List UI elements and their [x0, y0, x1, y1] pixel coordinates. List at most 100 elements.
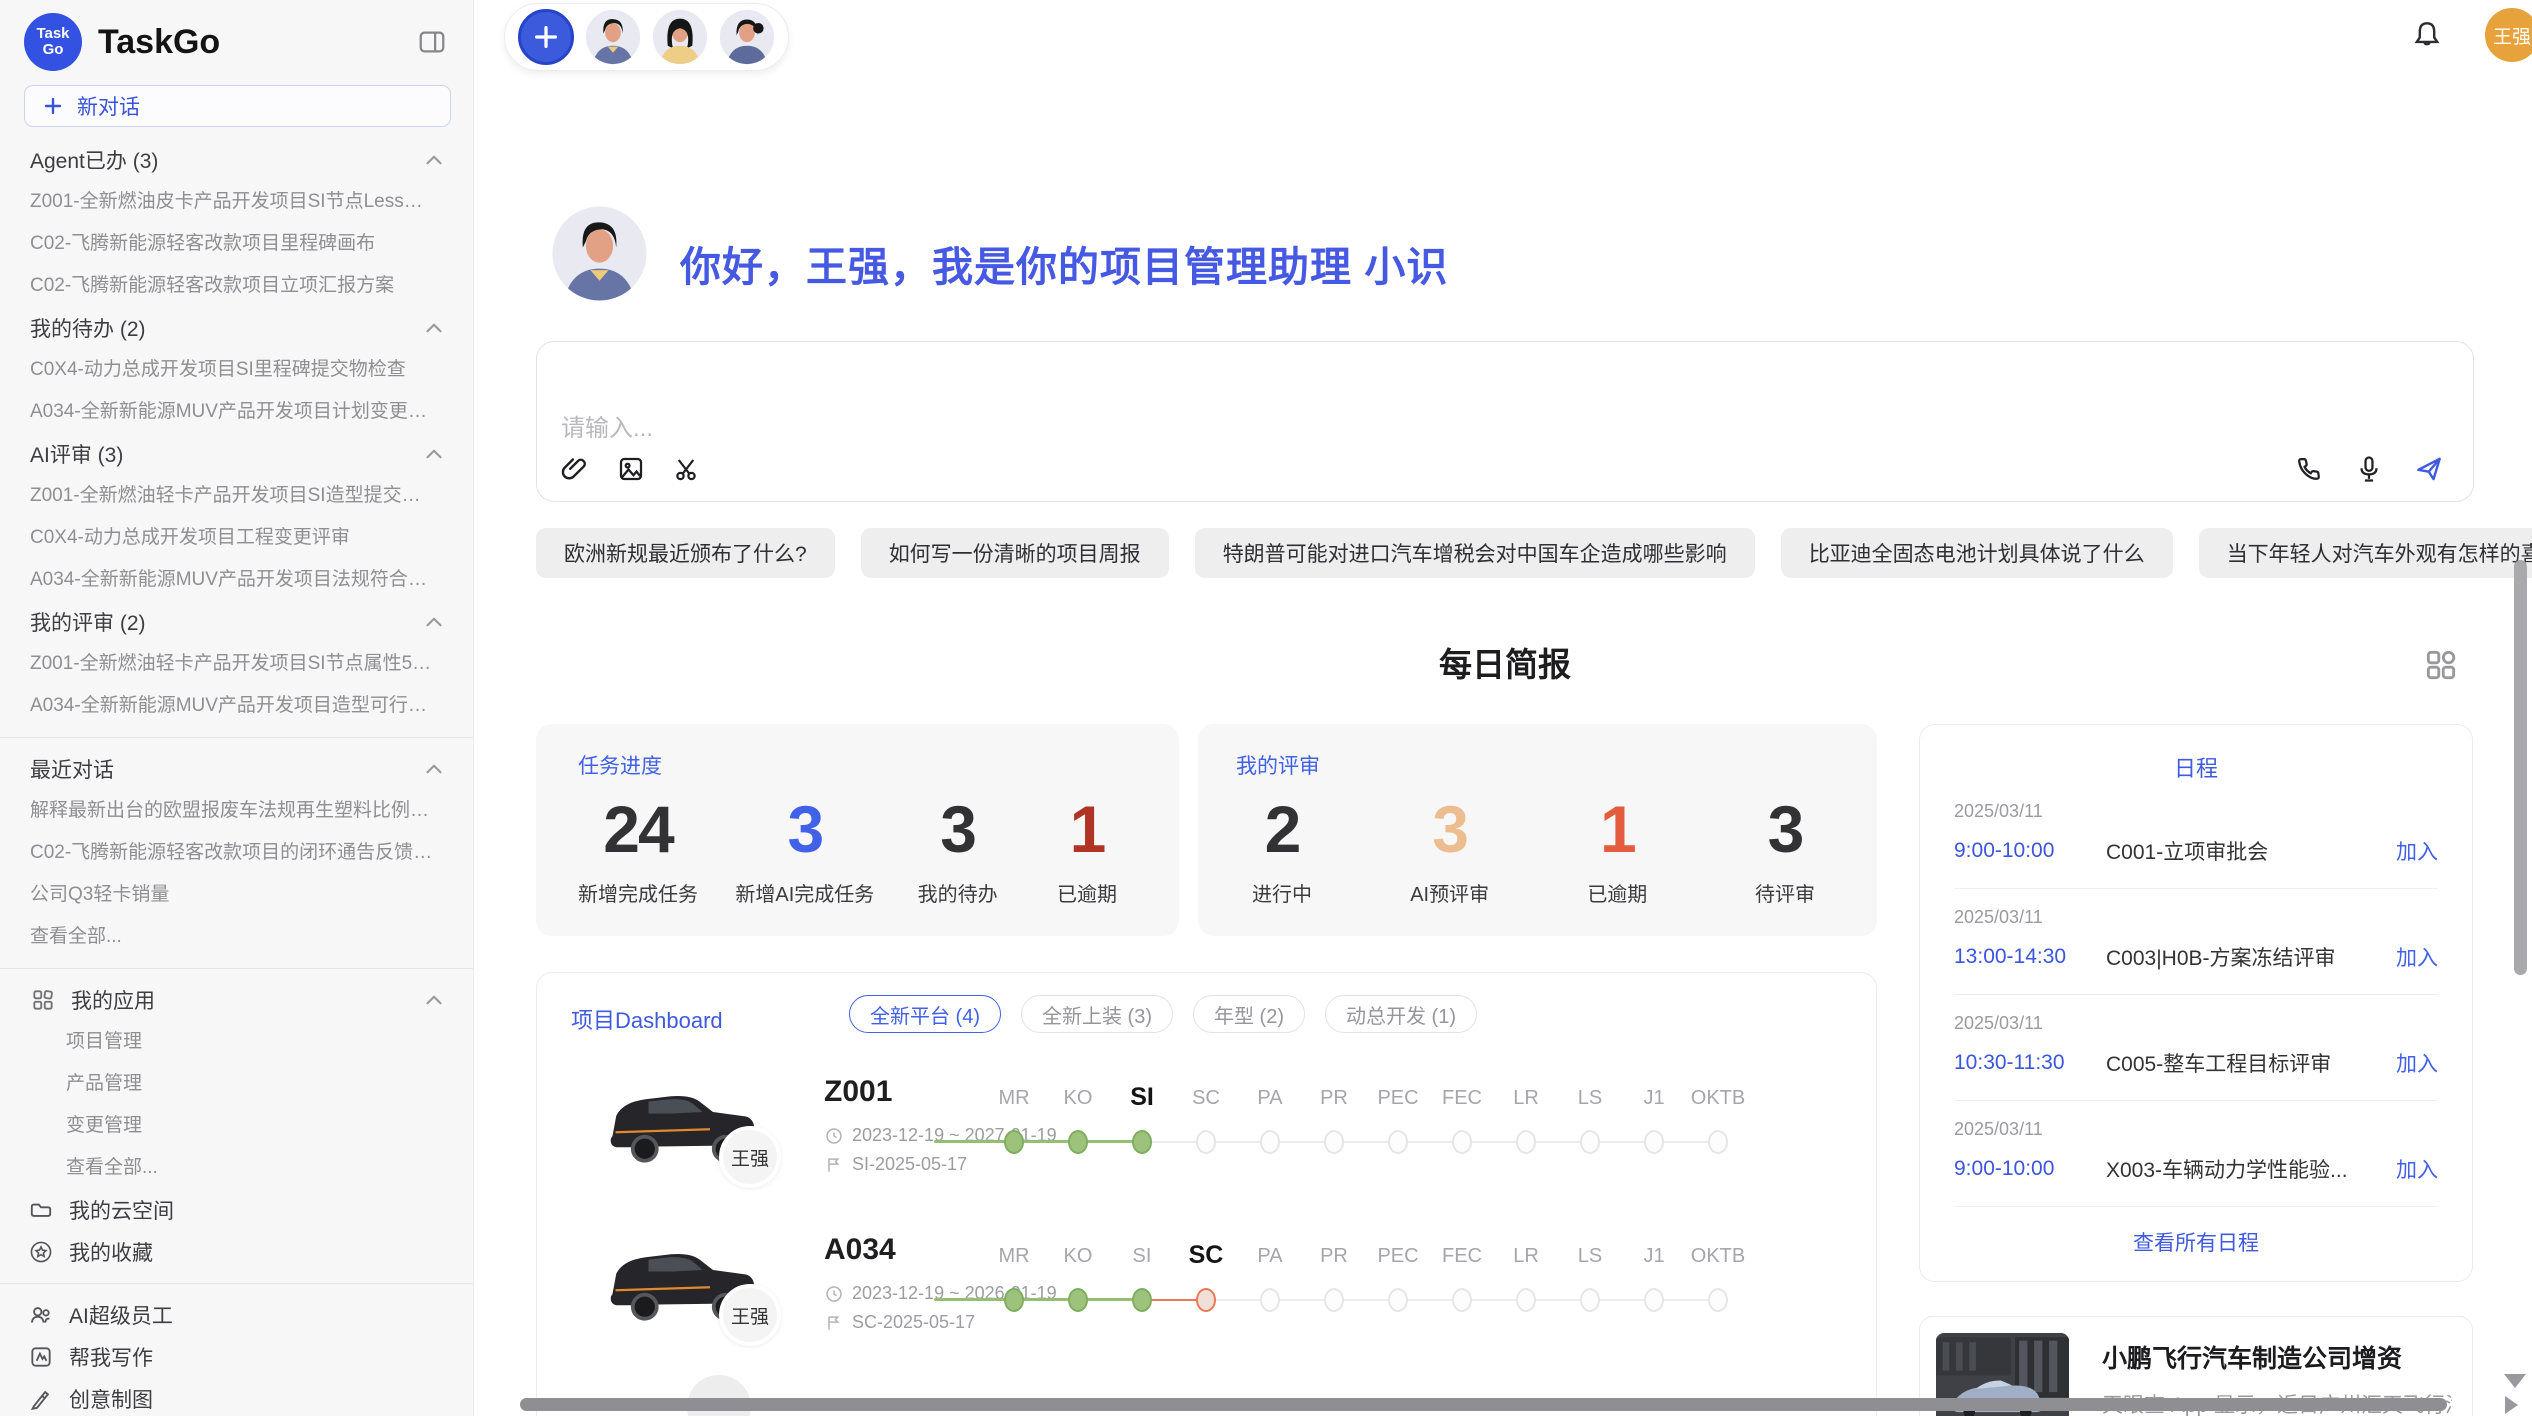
sidebar-item[interactable]: A034-全新新能源MUV产品开发项目造型可行性评审: [0, 685, 473, 727]
briefing-layout-icon[interactable]: [2422, 646, 2460, 684]
suggestion-chip[interactable]: 特朗普可能对进口汽车增税会对中国车企造成哪些影响: [1195, 528, 1755, 578]
agent-avatar-1[interactable]: [585, 9, 641, 65]
project-code: Z001: [824, 1075, 1002, 1109]
chevron-up-icon[interactable]: [421, 441, 447, 467]
plus-icon: [41, 94, 65, 118]
stat-item: 1已逾期: [1571, 792, 1663, 907]
dashboard-tab[interactable]: 年型 (2): [1193, 995, 1305, 1033]
sidebar-item[interactable]: Z001-全新燃油轻卡产品开发项目SI节点属性5D文件评审: [0, 643, 473, 685]
view-all-chats[interactable]: 查看全部...: [0, 916, 473, 958]
stat-label: 已逾期: [1041, 878, 1133, 907]
scroll-down-arrow[interactable]: [2504, 1374, 2526, 1388]
schedule-card: 日程 2025/03/119:00-10:00C001-立项审批会加入2025/…: [1919, 724, 2473, 1282]
milestone-dot: [1260, 1288, 1280, 1312]
dashboard-tab[interactable]: 全新平台 (4): [849, 995, 1001, 1033]
view-all-schedule-link[interactable]: 查看所有日程: [1954, 1207, 2438, 1257]
sidebar-collapse-icon[interactable]: [415, 25, 449, 59]
app-item[interactable]: 项目管理: [0, 1021, 473, 1063]
schedule-event: 2025/03/119:00-10:00C001-立项审批会加入: [1954, 783, 2438, 889]
chevron-up-icon[interactable]: [421, 756, 447, 782]
chat-input-box[interactable]: 请输入...: [536, 341, 2474, 502]
logo-line2: Go: [43, 42, 64, 58]
link-label: 帮我写作: [69, 1342, 153, 1372]
scroll-right-arrow[interactable]: [2505, 1396, 2518, 1414]
stat-label: 新增AI完成任务: [735, 878, 874, 907]
stat-value: 3: [1739, 792, 1831, 866]
sidebar-item[interactable]: C0X4-动力总成开发项目工程变更评审: [0, 517, 473, 559]
agent-avatar-2[interactable]: [652, 9, 708, 65]
dashboard-tab[interactable]: 动总开发 (1): [1325, 995, 1477, 1033]
join-meeting-link[interactable]: 加入: [2396, 1154, 2438, 1184]
stat-value: 1: [1041, 792, 1133, 866]
stat-label: AI预评审: [1404, 878, 1496, 907]
agent-avatar-3[interactable]: [719, 9, 775, 65]
flag-icon: [824, 1313, 844, 1333]
card-title: 任务进度: [578, 750, 1133, 780]
milestone-dot: [1068, 1130, 1088, 1154]
chevron-up-icon[interactable]: [421, 315, 447, 341]
microphone-icon[interactable]: [2353, 453, 2385, 485]
milestone-label: PA: [1238, 1087, 1302, 1110]
sidebar-link-cloud[interactable]: 我的云空间: [0, 1189, 473, 1231]
sidebar-link-write[interactable]: 帮我写作: [0, 1336, 473, 1378]
section-header[interactable]: 我的评审 (2): [0, 601, 473, 643]
sidebar-item[interactable]: Z001-全新燃油轻卡产品开发项目SI造型提交物评审: [0, 475, 473, 517]
chevron-up-icon[interactable]: [421, 609, 447, 635]
suggestion-chip[interactable]: 如何写一份清晰的项目周报: [861, 528, 1169, 578]
sidebar-item[interactable]: C02-飞腾新能源轻客改款项目里程碑画布: [0, 223, 473, 265]
section-header[interactable]: 我的待办 (2): [0, 307, 473, 349]
milestone-label: PR: [1302, 1245, 1366, 1268]
suggestion-chip[interactable]: 欧洲新规最近颁布了什么?: [536, 528, 835, 578]
join-meeting-link[interactable]: 加入: [2396, 836, 2438, 866]
section-header[interactable]: Agent已办 (3): [0, 139, 473, 181]
sidebar-item[interactable]: C0X4-动力总成开发项目SI里程碑提交物检查: [0, 349, 473, 391]
sidebar-item[interactable]: Z001-全新燃油皮卡产品开发项目SI节点Lesson Learn报告: [0, 181, 473, 223]
section-header[interactable]: AI评审 (3): [0, 433, 473, 475]
milestone-dot: [1644, 1288, 1664, 1312]
chevron-up-icon[interactable]: [421, 147, 447, 173]
phone-icon[interactable]: [2293, 453, 2325, 485]
send-icon[interactable]: [2413, 453, 2445, 485]
stat-label: 我的待办: [912, 878, 1004, 907]
sidebar-link-favorites[interactable]: 我的收藏: [0, 1231, 473, 1273]
clock-icon: [824, 1126, 844, 1146]
notification-bell-icon[interactable]: [2409, 17, 2445, 53]
app-item[interactable]: 变更管理: [0, 1105, 473, 1147]
my-apps-header[interactable]: 我的应用: [0, 979, 473, 1021]
horizontal-scrollbar-thumb[interactable]: [520, 1398, 2447, 1411]
dashboard-tab[interactable]: 全新上装 (3): [1021, 995, 1173, 1033]
view-all-apps[interactable]: 查看全部...: [0, 1147, 473, 1189]
chat-input-placeholder: 请输入...: [561, 408, 653, 443]
image-icon[interactable]: [615, 453, 647, 485]
join-meeting-link[interactable]: 加入: [2396, 1048, 2438, 1078]
add-conversation-button[interactable]: [518, 9, 574, 65]
milestone-track: MRKOSISCPAPRPECFECLRLSJ1OKTB: [1002, 1217, 1876, 1357]
chevron-up-icon[interactable]: [421, 987, 447, 1013]
new-chat-button[interactable]: 新对话: [24, 85, 451, 127]
milestone-label: LR: [1494, 1087, 1558, 1110]
recent-chats-header[interactable]: 最近对话: [0, 748, 473, 790]
stat-item: 2进行中: [1236, 792, 1328, 907]
assistant-avatar: [551, 205, 648, 302]
paperclip-icon[interactable]: [559, 453, 591, 485]
milestone-label: PEC: [1366, 1245, 1430, 1268]
scissors-icon[interactable]: [671, 453, 703, 485]
sidebar-item[interactable]: C02-飞腾新能源轻客改款项目立项汇报方案: [0, 265, 473, 307]
event-title: C001-立项审批会: [2106, 836, 2396, 866]
sidebar-link-draw[interactable]: 创意制图: [0, 1378, 473, 1416]
app-item[interactable]: 产品管理: [0, 1063, 473, 1105]
vertical-scrollbar-thumb[interactable]: [2514, 560, 2527, 975]
suggestion-chip[interactable]: 当下年轻人对汽车外观有怎样的喜好趋势: [2199, 528, 2532, 578]
suggestion-chip[interactable]: 比亚迪全固态电池计划具体说了什么: [1781, 528, 2173, 578]
user-avatar[interactable]: 王强: [2485, 8, 2532, 62]
join-meeting-link[interactable]: 加入: [2396, 942, 2438, 972]
stat-value: 1: [1571, 792, 1663, 866]
divider: [0, 737, 473, 738]
recent-chat-item[interactable]: C02-飞腾新能源轻客改款项目的闭环通告反馈情况: [0, 832, 473, 874]
recent-chat-item[interactable]: 解释最新出台的欧盟报废车法规再生塑料比例被调至15%...: [0, 790, 473, 832]
divider: [0, 1283, 473, 1284]
sidebar-link-ai-staff[interactable]: AI超级员工: [0, 1294, 473, 1336]
sidebar-item[interactable]: A034-全新新能源MUV产品开发项目计划变更表编写: [0, 391, 473, 433]
sidebar-item[interactable]: A034-全新新能源MUV产品开发项目法规符合性评审: [0, 559, 473, 601]
recent-chat-item[interactable]: 公司Q3轻卡销量: [0, 874, 473, 916]
